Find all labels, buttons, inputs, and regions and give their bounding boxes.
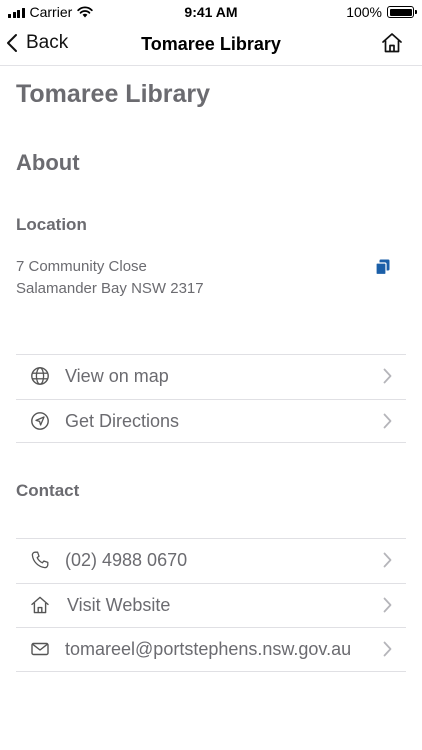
view-on-map-label: View on map — [65, 366, 169, 386]
page-title: Tomaree Library — [16, 80, 211, 108]
status-bar-right: 100% — [346, 4, 417, 20]
view-on-map-row[interactable]: View on map — [16, 354, 406, 399]
get-directions-row[interactable]: Get Directions — [16, 398, 406, 443]
get-directions-label: Get Directions — [65, 410, 180, 431]
contact-actions-list: (02) 4988 0670 Visit Website tomareel@po… — [16, 538, 406, 672]
copy-icon — [375, 259, 390, 276]
status-bar: Carrier 9:41 AM 100% — [0, 0, 422, 24]
contact-heading: Contact — [16, 481, 80, 500]
phone-number: (02) 4988 0670 — [65, 550, 188, 570]
mail-icon — [31, 642, 49, 656]
chevron-right-icon — [383, 552, 392, 568]
phone-icon — [31, 551, 49, 569]
address-line-1: 7 Community Close — [16, 258, 147, 275]
home-button[interactable] — [380, 31, 404, 60]
location-actions-list: View on map Get Directions — [16, 354, 406, 443]
email-address: tomareel@portstephens.nsw.gov.au — [65, 639, 352, 659]
about-heading: About — [16, 150, 80, 175]
email-row[interactable]: tomareel@portstephens.nsw.gov.au — [16, 627, 406, 672]
chevron-right-icon — [383, 641, 392, 657]
chevron-right-icon — [383, 597, 392, 612]
home-icon — [382, 33, 402, 53]
copy-address-button[interactable] — [375, 259, 391, 280]
location-heading: Location — [16, 215, 87, 234]
visit-website-row[interactable]: Visit Website — [16, 582, 406, 628]
visit-website-label: Visit Website — [67, 594, 171, 615]
navigation-bar: Back Tomaree Library — [0, 24, 422, 66]
globe-icon — [31, 367, 49, 385]
home-icon — [31, 596, 49, 613]
address-line-2: Salamander Bay NSW 2317 — [16, 280, 204, 297]
navigation-arrow-icon — [31, 411, 49, 430]
phone-row[interactable]: (02) 4988 0670 — [16, 538, 406, 583]
chevron-right-icon — [383, 413, 392, 428]
address: 7 Community Close Salamander Bay NSW 231… — [16, 256, 204, 300]
battery-percent: 100% — [346, 4, 382, 20]
chevron-right-icon — [383, 368, 392, 384]
nav-title: Tomaree Library — [141, 34, 281, 54]
battery-icon — [387, 6, 417, 18]
